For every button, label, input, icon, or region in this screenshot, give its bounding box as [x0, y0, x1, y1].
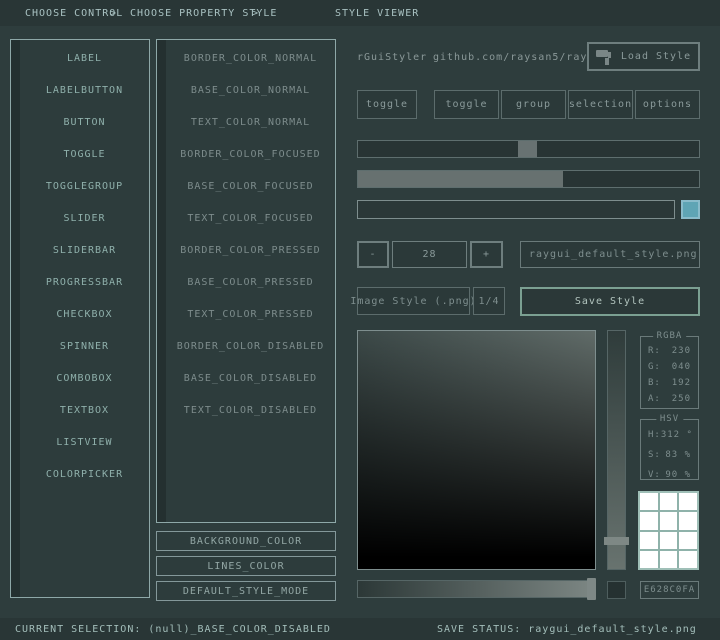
- filename-input[interactable]: raygui_default_style.png: [520, 241, 700, 268]
- color-picker-area[interactable]: [357, 330, 596, 570]
- toggle-single[interactable]: toggle: [357, 90, 417, 119]
- control-item-togglegroup[interactable]: TOGGLEGROUP: [20, 170, 149, 202]
- control-item-colorpicker[interactable]: COLORPICKER: [20, 458, 149, 490]
- slider-bar-fill: [358, 171, 563, 187]
- hex-value-box[interactable]: E628C0FA: [640, 581, 699, 599]
- controls-list-panel: LABEL LABELBUTTON BUTTON TOGGLE TOGGLEGR…: [10, 39, 150, 598]
- control-item-label[interactable]: LABEL: [20, 42, 149, 74]
- rgba-groupbox: RGBA R:230 G:040 B:192 A:250: [640, 336, 699, 409]
- default-style-mode-button[interactable]: DEFAULT_STYLE_MODE: [156, 581, 336, 601]
- save-status: SAVE STATUS: raygui_default_style.png: [437, 624, 697, 635]
- chevron-right-icon: >: [252, 8, 259, 19]
- properties-list: BORDER_COLOR_NORMAL BASE_COLOR_NORMAL TE…: [166, 42, 335, 426]
- spinner-decrement-button[interactable]: -: [357, 241, 389, 268]
- lines-color-button[interactable]: LINES_COLOR: [156, 556, 336, 576]
- property-item-border-color-pressed[interactable]: BORDER_COLOR_PRESSED: [166, 234, 335, 266]
- control-item-labelbutton[interactable]: LABELBUTTON: [20, 74, 149, 106]
- control-item-sliderbar[interactable]: SLIDERBAR: [20, 234, 149, 266]
- texture-toggle-box[interactable]: [607, 581, 626, 599]
- control-item-slider[interactable]: SLIDER: [20, 202, 149, 234]
- control-item-spinner[interactable]: SPINNER: [20, 330, 149, 362]
- property-item-base-color-pressed[interactable]: BASE_COLOR_PRESSED: [166, 266, 335, 298]
- load-style-label: Load Style: [621, 51, 691, 62]
- toggle-group-item-toggle[interactable]: toggle: [434, 90, 499, 119]
- property-item-base-color-normal[interactable]: BASE_COLOR_NORMAL: [166, 74, 335, 106]
- background-color-button[interactable]: BACKGROUND_COLOR: [156, 531, 336, 551]
- breadcrumb-choose-control: CHOOSE CONTROL: [25, 8, 123, 19]
- control-item-textbox[interactable]: TEXTBOX: [20, 394, 149, 426]
- control-item-button[interactable]: BUTTON: [20, 106, 149, 138]
- property-item-border-color-normal[interactable]: BORDER_COLOR_NORMAL: [166, 42, 335, 74]
- property-item-text-color-pressed[interactable]: TEXT_COLOR_PRESSED: [166, 298, 335, 330]
- property-item-border-color-disabled[interactable]: BORDER_COLOR_DISABLED: [166, 330, 335, 362]
- alpha-slider-handle[interactable]: [587, 578, 596, 600]
- hue-slider[interactable]: [607, 330, 626, 570]
- save-style-button[interactable]: Save Style: [520, 287, 700, 316]
- controls-list-scrollbar[interactable]: [11, 40, 20, 597]
- status-bar: CURRENT SELECTION: (null)_BASE_COLOR_DIS…: [0, 618, 720, 640]
- image-style-button[interactable]: Image Style (.png): [357, 287, 470, 315]
- hsv-groupbox: HSV H:312 ° S:83 % V:90 %: [640, 419, 699, 480]
- properties-list-panel: BORDER_COLOR_NORMAL BASE_COLOR_NORMAL TE…: [156, 39, 336, 523]
- property-item-text-color-focused[interactable]: TEXT_COLOR_FOCUSED: [166, 202, 335, 234]
- ratio-button[interactable]: 1/4: [473, 287, 505, 315]
- chevron-right-icon: >: [110, 8, 117, 19]
- property-item-text-color-normal[interactable]: TEXT_COLOR_NORMAL: [166, 106, 335, 138]
- breadcrumb-style-viewer: STYLE VIEWER: [335, 8, 419, 19]
- hsv-row-h: H:312 °: [641, 430, 698, 440]
- alpha-slider[interactable]: [357, 580, 596, 598]
- rgba-row-b: B:192: [641, 378, 698, 388]
- slider-handle[interactable]: [518, 141, 537, 157]
- breadcrumb-bar: CHOOSE CONTROL > CHOOSE PROPERTY STYLE >…: [0, 0, 720, 26]
- slider-bar[interactable]: [357, 170, 700, 188]
- hsv-title: HSV: [656, 414, 683, 424]
- property-item-base-color-disabled[interactable]: BASE_COLOR_DISABLED: [166, 362, 335, 394]
- color-preview-grid: [638, 491, 699, 570]
- controls-list: LABEL LABELBUTTON BUTTON TOGGLE TOGGLEGR…: [20, 42, 149, 490]
- control-item-progressbar[interactable]: PROGRESSBAR: [20, 266, 149, 298]
- toggle-group-item-group[interactable]: group: [501, 90, 566, 119]
- control-item-combobox[interactable]: COMBOBOX: [20, 362, 149, 394]
- current-selection-status: CURRENT SELECTION: (null)_BASE_COLOR_DIS…: [15, 624, 331, 635]
- hue-slider-handle[interactable]: [604, 537, 629, 545]
- spinner-value[interactable]: 28: [392, 241, 467, 268]
- app-name-label: rGuiStyler: [357, 52, 427, 63]
- control-item-listview[interactable]: LISTVIEW: [20, 426, 149, 458]
- slider[interactable]: [357, 140, 700, 158]
- toggle-group-item-options[interactable]: options: [635, 90, 700, 119]
- property-item-text-color-disabled[interactable]: TEXT_COLOR_DISABLED: [166, 394, 335, 426]
- checkbox[interactable]: [681, 200, 700, 219]
- control-item-checkbox[interactable]: CHECKBOX: [20, 298, 149, 330]
- repo-link[interactable]: github.com/raysan5/raygui: [433, 52, 609, 63]
- control-item-toggle[interactable]: TOGGLE: [20, 138, 149, 170]
- paint-roller-icon: [596, 49, 614, 65]
- hsv-row-s: S:83 %: [641, 450, 698, 460]
- toggle-group-item-selection[interactable]: selection: [568, 90, 633, 119]
- properties-list-scrollbar[interactable]: [157, 40, 166, 522]
- text-input[interactable]: [357, 200, 675, 219]
- load-style-button[interactable]: Load Style: [587, 42, 700, 71]
- rguistyler-window: CHOOSE CONTROL > CHOOSE PROPERTY STYLE >…: [0, 0, 720, 640]
- rgba-title: RGBA: [653, 331, 687, 341]
- spinner-increment-button[interactable]: +: [470, 241, 503, 268]
- rgba-row-g: G:040: [641, 362, 698, 372]
- rgba-row-a: A:250: [641, 394, 698, 404]
- rgba-row-r: R:230: [641, 346, 698, 356]
- property-item-border-color-focused[interactable]: BORDER_COLOR_FOCUSED: [166, 138, 335, 170]
- property-item-base-color-focused[interactable]: BASE_COLOR_FOCUSED: [166, 170, 335, 202]
- hsv-row-v: V:90 %: [641, 470, 698, 480]
